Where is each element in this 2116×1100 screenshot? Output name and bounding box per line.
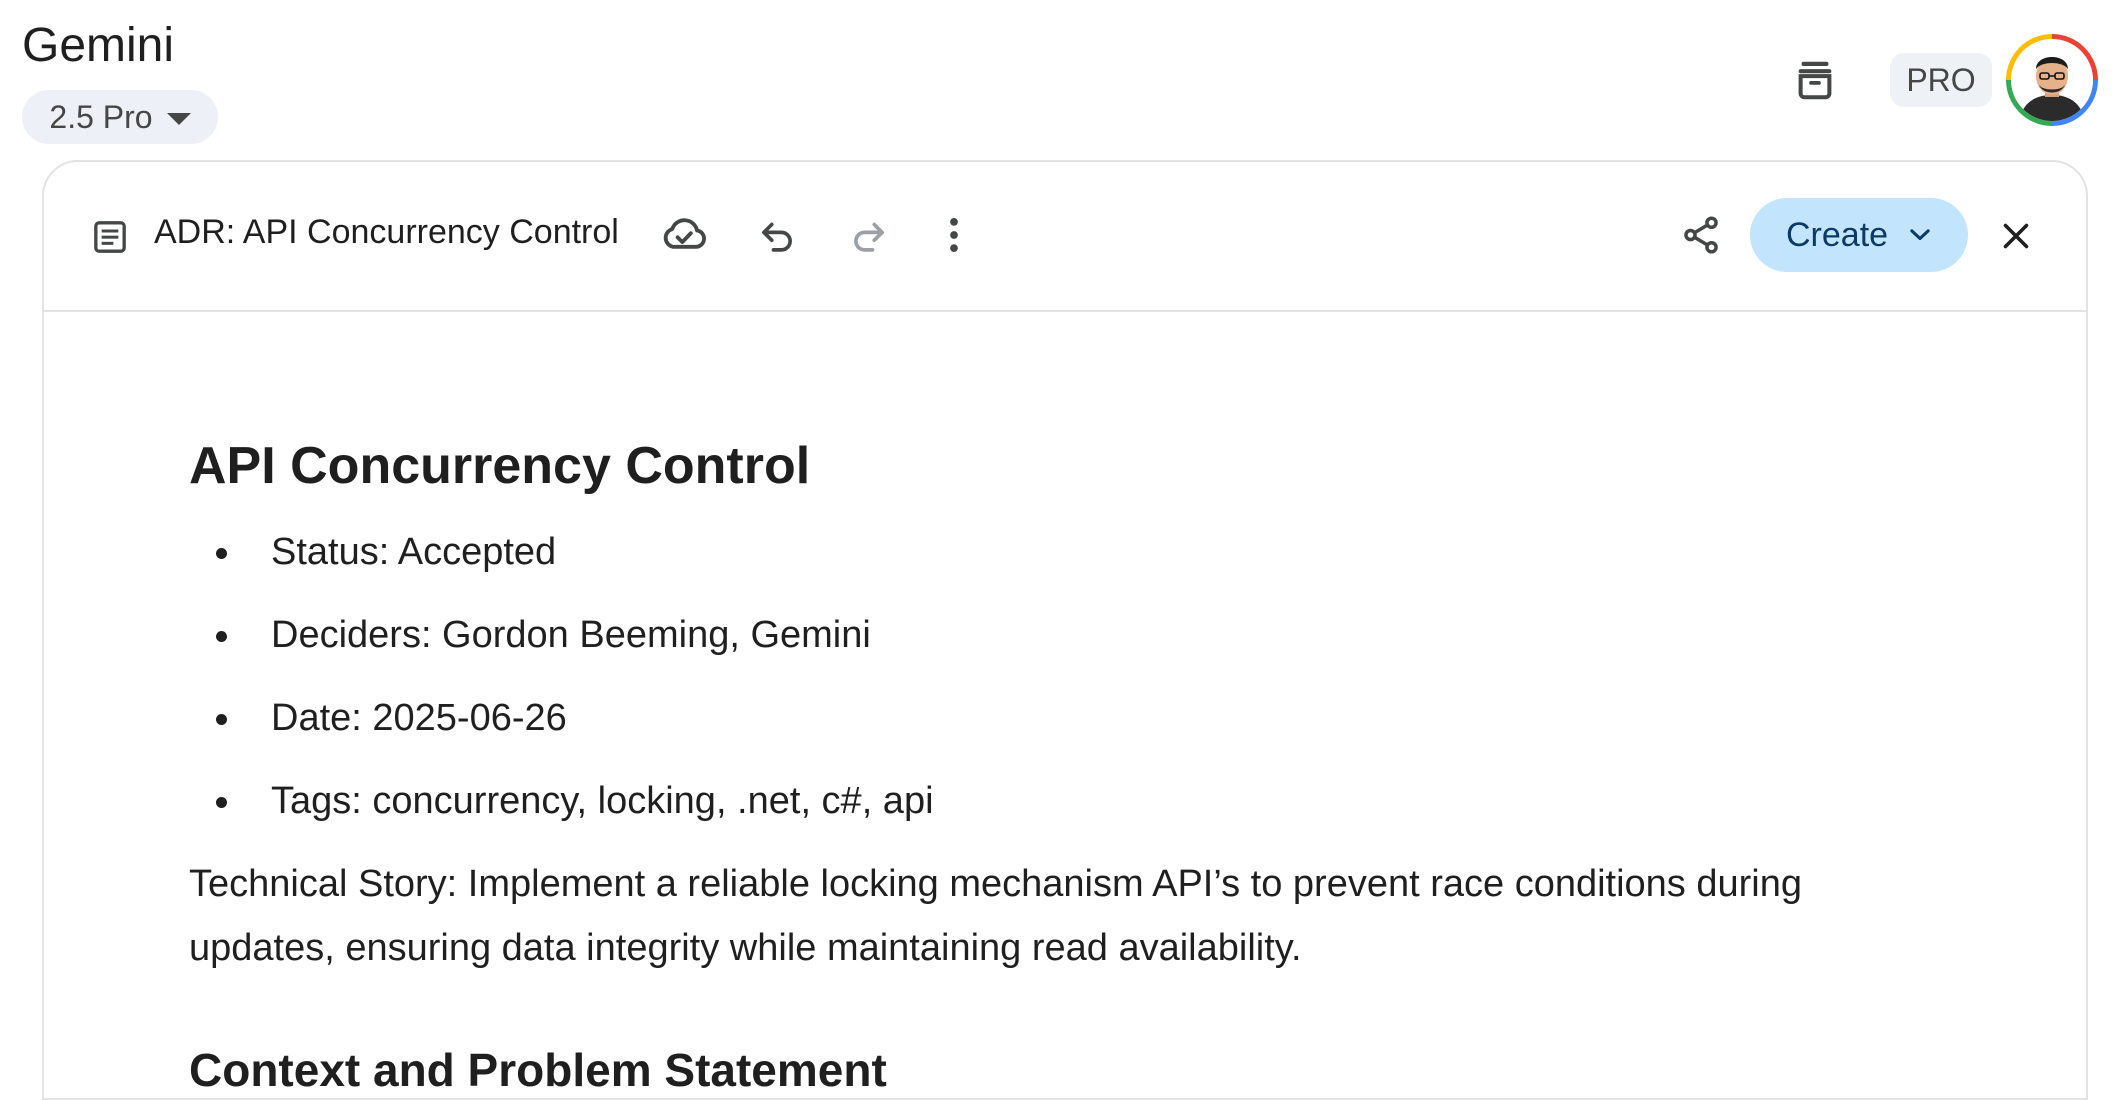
redo-icon[interactable] bbox=[848, 214, 890, 261]
caret-down-icon bbox=[166, 113, 191, 125]
archive-icon[interactable] bbox=[1792, 57, 1838, 103]
create-label: Create bbox=[1786, 215, 1889, 254]
document-icon bbox=[90, 217, 130, 262]
more-vert-icon[interactable] bbox=[942, 214, 966, 261]
avatar[interactable] bbox=[2006, 34, 2098, 126]
list-item: Tags: concurrency, locking, .net, c#, ap… bbox=[189, 778, 934, 861]
metadata-list: Status: Accepted Deciders: Gordon Beemin… bbox=[189, 529, 934, 861]
undo-icon[interactable] bbox=[756, 214, 798, 261]
list-item: Status: Accepted bbox=[189, 529, 934, 612]
header-actions: PRO bbox=[1792, 34, 2098, 126]
document-title: ADR: API Concurrency Control bbox=[154, 213, 619, 251]
list-item: Deciders: Gordon Beeming, Gemini bbox=[189, 612, 934, 695]
document-heading: API Concurrency Control bbox=[189, 437, 811, 495]
create-button[interactable]: Create bbox=[1750, 198, 1968, 272]
cloud-saved-icon[interactable] bbox=[660, 212, 708, 261]
document-toolbar: ADR: API Concurrency Control Create bbox=[44, 162, 2086, 312]
list-item: Date: 2025-06-26 bbox=[189, 695, 934, 778]
app-title: Gemini bbox=[22, 19, 175, 72]
model-picker[interactable]: 2.5 Pro bbox=[22, 90, 218, 144]
model-label: 2.5 Pro bbox=[49, 98, 153, 135]
pro-badge[interactable]: PRO bbox=[1890, 53, 1992, 107]
chevron-down-icon bbox=[1910, 229, 1930, 241]
section-heading: Context and Problem Statement bbox=[189, 1044, 887, 1096]
close-icon[interactable] bbox=[1998, 218, 2034, 259]
share-icon[interactable] bbox=[1680, 214, 1722, 261]
technical-story: Technical Story: Implement a reliable lo… bbox=[189, 863, 1802, 969]
